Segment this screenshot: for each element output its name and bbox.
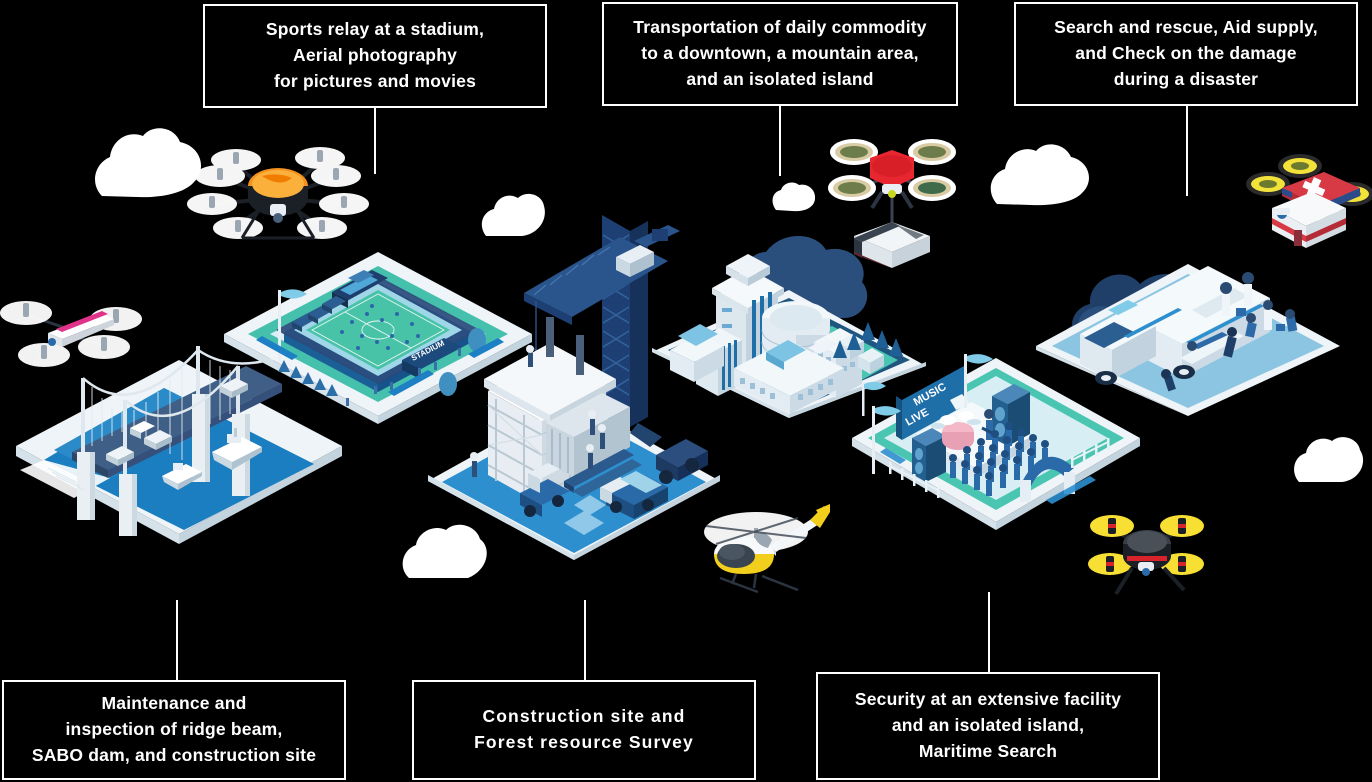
callout-maintenance[interactable]: Maintenance and inspection of ridge beam… [2,680,346,780]
callout-line: Forest resource Survey [474,732,694,752]
callout-line: to a downtown, a mountain area, [641,43,919,64]
orange-octocopter [187,142,369,260]
callout-line: and an isolated island, [891,715,1085,736]
callout-line: and an isolated island [686,68,874,89]
callout-line: and Check on the damage [1075,43,1297,64]
callout-sports-relay[interactable]: Sports relay at a stadium, Aerial photog… [203,4,547,108]
yellow-helicopter [702,492,832,598]
connector-line [779,106,781,176]
callout-line: during a disaster [1113,68,1259,89]
callout-line: Search and rescue, Aid supply, [1054,17,1318,38]
callout-line: for pictures and movies [273,70,476,91]
callout-line: Sports relay at a stadium, [265,19,485,40]
connector-line [176,600,178,680]
callout-line: Construction site and [482,706,686,727]
medical-rescue-drone [1242,152,1372,260]
callout-line: SABO dam, and construction site [31,744,317,765]
disaster-rescue-scene [1032,250,1344,416]
infographic-canvas: STADIUM MUSIC LIVE Sports relay at a sta… [0,0,1372,782]
callout-security-maritime[interactable]: Security at an extensive facility and an… [816,672,1160,780]
cloud-shape [985,140,1095,206]
connector-line [1186,106,1188,196]
callout-line: Security at an extensive facility [854,689,1122,710]
callout-search-rescue[interactable]: Search and rescue, Aid supply, and Check… [1014,2,1358,106]
pink-quadcopter [0,285,146,377]
callout-line: Aerial photography [292,45,458,66]
callout-line: Maintenance and [101,693,247,714]
callout-line: Maritime Search [918,740,1058,761]
cloud-shape [88,124,208,198]
connector-line [584,600,586,680]
red-delivery-drone [812,122,972,270]
callout-transportation[interactable]: Transportation of daily commodity to a d… [602,2,958,106]
callout-line: inspection of ridge beam, [65,719,283,740]
connector-line [988,592,990,672]
cloud-shape [1290,432,1372,484]
callout-construction-forest[interactable]: Construction site and Forest resource Su… [412,680,756,780]
black-yellow-drone [1082,502,1212,600]
connector-line [374,108,376,174]
callout-line: Transportation of daily commodity [633,17,927,38]
